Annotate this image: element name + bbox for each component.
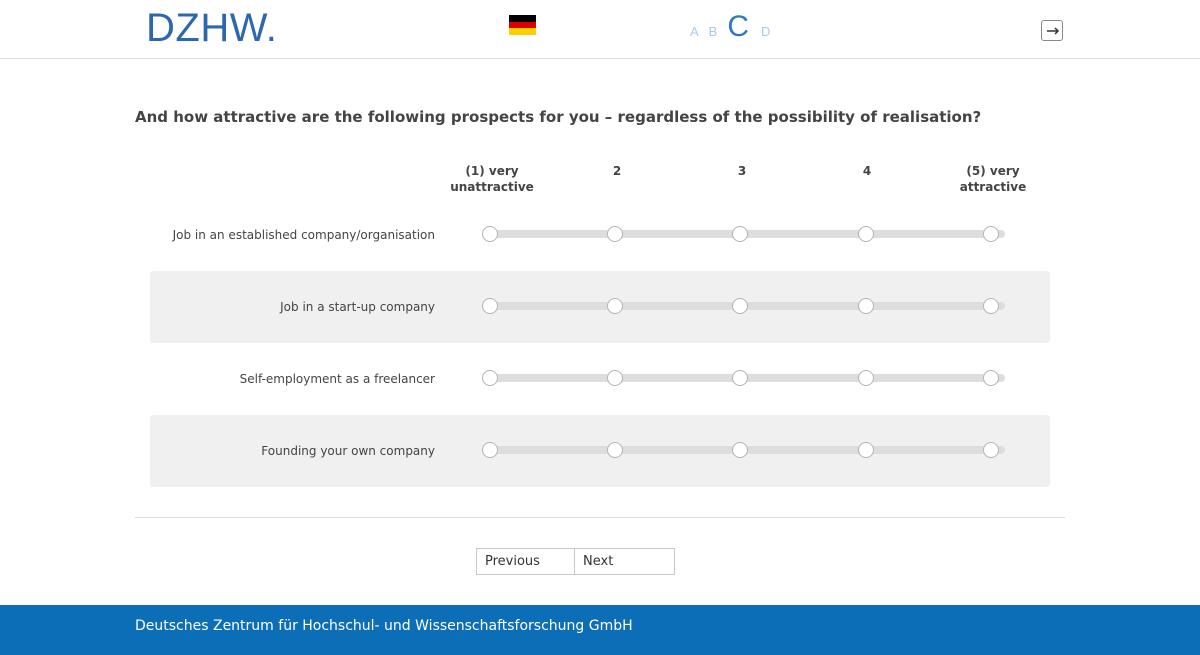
scale-label-2: 2 xyxy=(612,164,622,178)
item-label: Job in an established company/organisati… xyxy=(172,228,435,242)
font-size-selector: A B C D xyxy=(690,10,780,46)
item-label: Job in a start-up company xyxy=(280,300,435,314)
option-4-radio[interactable] xyxy=(858,370,874,386)
option-3-radio[interactable] xyxy=(732,370,748,386)
option-1-radio[interactable] xyxy=(482,226,498,242)
question-text: And how attractive are the following pro… xyxy=(135,108,982,126)
item-row: Job in an established company/organisati… xyxy=(150,199,1050,271)
item-row: Founding your own company xyxy=(150,415,1050,487)
font-size-c[interactable]: C xyxy=(727,10,749,44)
option-5-radio[interactable] xyxy=(983,442,999,458)
item-row: Self-employment as a freelancer xyxy=(150,343,1050,415)
option-4-radio[interactable] xyxy=(858,298,874,314)
item-label: Self-employment as a freelancer xyxy=(239,372,435,386)
scale-label-4: 4 xyxy=(862,164,872,178)
option-4-radio[interactable] xyxy=(858,442,874,458)
option-3-radio[interactable] xyxy=(732,442,748,458)
german-flag-icon[interactable] xyxy=(509,15,536,36)
scale-label-5: (5) very attractive xyxy=(959,164,1027,194)
option-5-radio[interactable] xyxy=(983,226,999,242)
item-row: Job in a start-up company xyxy=(150,271,1050,343)
next-button[interactable]: Next xyxy=(575,548,675,575)
header: DZHW. A B C D xyxy=(0,0,1200,59)
logout-icon xyxy=(1047,27,1060,35)
navigation: Previous Next xyxy=(476,548,675,575)
scale-label-1: (1) very unattractive xyxy=(450,164,534,194)
option-3-radio[interactable] xyxy=(732,298,748,314)
option-2-radio[interactable] xyxy=(607,370,623,386)
option-3-radio[interactable] xyxy=(732,226,748,242)
divider xyxy=(135,517,1065,518)
option-4-radio[interactable] xyxy=(858,226,874,242)
option-5-radio[interactable] xyxy=(983,370,999,386)
option-1-radio[interactable] xyxy=(482,442,498,458)
logout-button[interactable] xyxy=(1041,20,1063,41)
item-label: Founding your own company xyxy=(261,444,435,458)
footer-text: Deutsches Zentrum für Hochschul- und Wis… xyxy=(135,618,633,634)
font-size-d[interactable]: D xyxy=(761,24,770,39)
footer: Deutsches Zentrum für Hochschul- und Wis… xyxy=(0,605,1200,655)
option-2-radio[interactable] xyxy=(607,442,623,458)
font-size-a[interactable]: A xyxy=(690,24,699,39)
dzhw-logo: DZHW. xyxy=(146,6,278,50)
option-1-radio[interactable] xyxy=(482,298,498,314)
scale-label-3: 3 xyxy=(737,164,747,178)
previous-button[interactable]: Previous xyxy=(476,548,575,575)
option-1-radio[interactable] xyxy=(482,370,498,386)
option-2-radio[interactable] xyxy=(607,298,623,314)
option-2-radio[interactable] xyxy=(607,226,623,242)
font-size-b[interactable]: B xyxy=(709,24,718,39)
option-5-radio[interactable] xyxy=(983,298,999,314)
